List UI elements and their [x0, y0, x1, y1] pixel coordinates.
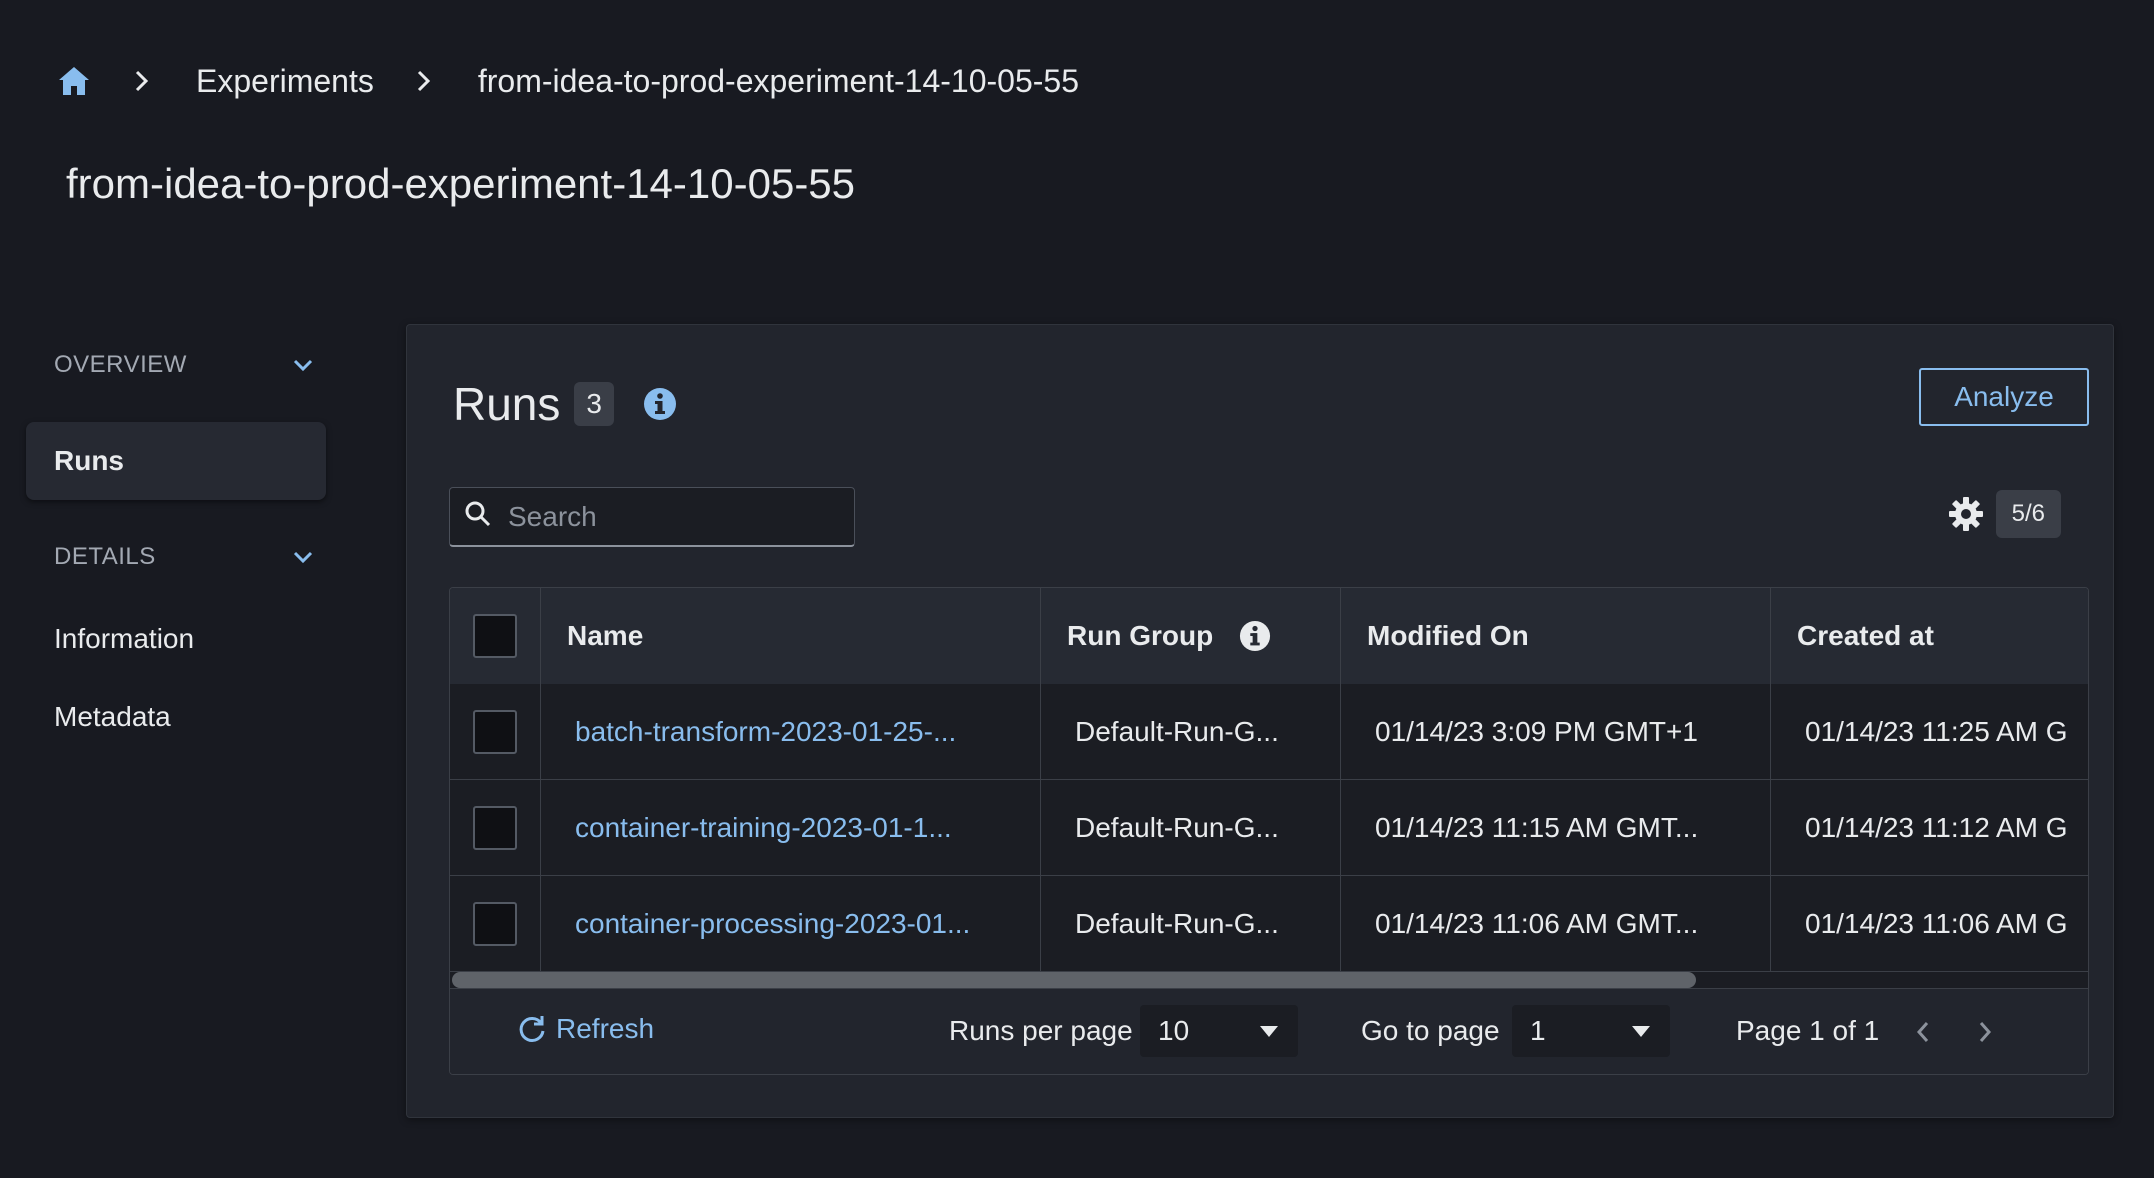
- run-name-cell: container-processing-2023-01...: [540, 876, 1040, 972]
- table-preferences: 5/6: [1946, 490, 2061, 538]
- nav-section-details[interactable]: DETAILS: [26, 532, 326, 582]
- runs-per-page-select[interactable]: 10: [1140, 1005, 1298, 1057]
- search-input[interactable]: [506, 499, 871, 534]
- sidebar-item-label: Metadata: [54, 701, 171, 732]
- info-icon[interactable]: [642, 386, 678, 422]
- gear-icon[interactable]: [1946, 494, 1986, 534]
- breadcrumb-current: from-idea-to-prod-experiment-14-10-05-55: [477, 62, 1079, 99]
- visible-columns-badge: 5/6: [1995, 490, 2061, 538]
- runs-table: Name Run Group Modified On Created at ba…: [449, 587, 2089, 1075]
- table-footer: Refresh Runs per page 10 Go to page 1 Pa…: [450, 988, 2088, 1074]
- home-icon[interactable]: [56, 63, 92, 99]
- modified-on-cell: 01/14/23 3:09 PM GMT+1: [1340, 684, 1770, 780]
- run-name-link[interactable]: container-processing-2023-01...: [575, 908, 970, 940]
- page-status: Page 1 of 1: [1736, 1015, 1880, 1046]
- run-group-cell: Default-Run-G...: [1040, 684, 1340, 780]
- header-run-group-label: Run Group: [1067, 620, 1214, 651]
- created-at-cell: 01/14/23 11:12 AM G: [1770, 780, 2088, 876]
- run-name-link[interactable]: batch-transform-2023-01-25-...: [575, 716, 956, 748]
- row-checkbox[interactable]: [473, 805, 517, 850]
- go-to-page-value: 1: [1530, 1015, 1546, 1046]
- created-at-cell: 01/14/23 11:25 AM G: [1770, 684, 2088, 780]
- table-header-row: Name Run Group Modified On Created at: [450, 588, 2088, 684]
- row-select-cell: [450, 876, 540, 972]
- search-icon: [464, 500, 492, 533]
- analyze-button[interactable]: Analyze: [1919, 368, 2089, 426]
- refresh-button[interactable]: Refresh: [516, 1013, 654, 1045]
- select-all-checkbox[interactable]: [473, 614, 517, 658]
- sidebar-item-metadata[interactable]: Metadata: [26, 678, 326, 756]
- next-page-icon[interactable]: [1970, 1017, 2000, 1047]
- chevron-right-icon: [408, 65, 440, 97]
- modified-on-cell: 01/14/23 11:06 AM GMT...: [1340, 876, 1770, 972]
- runs-count-badge: 3: [574, 382, 614, 426]
- chevron-right-icon: [126, 65, 158, 97]
- nav-section-details-label: DETAILS: [54, 543, 156, 570]
- header-select-cell: [450, 588, 540, 684]
- previous-page-icon[interactable]: [1908, 1017, 1938, 1047]
- refresh-icon: [516, 1013, 548, 1045]
- sidebar-item-information[interactable]: Information: [26, 600, 326, 678]
- table-row: container-processing-2023-01... Default-…: [450, 876, 2088, 972]
- created-at-cell: 01/14/23 11:06 AM G: [1770, 876, 2088, 972]
- runs-panel: Runs 3 Analyze Search 5/6 Name Run Group…: [406, 324, 2114, 1118]
- page-title: from-idea-to-prod-experiment-14-10-05-55: [66, 160, 856, 207]
- row-select-cell: [450, 684, 540, 780]
- go-to-page-label: Go to page: [1361, 1015, 1500, 1046]
- run-group-cell: Default-Run-G...: [1040, 876, 1340, 972]
- chevron-down-icon: [292, 543, 314, 571]
- modified-on-cell: 01/14/23 11:15 AM GMT...: [1340, 780, 1770, 876]
- run-name-cell: container-training-2023-01-1...: [540, 780, 1040, 876]
- header-name[interactable]: Name: [540, 588, 1040, 684]
- run-name-cell: batch-transform-2023-01-25-...: [540, 684, 1040, 780]
- side-navigation: OVERVIEW Runs DETAILS Information Metada…: [26, 340, 326, 756]
- runs-per-page-label: Runs per page: [949, 1015, 1133, 1046]
- nav-section-overview-label: OVERVIEW: [54, 351, 187, 378]
- nav-section-overview[interactable]: OVERVIEW: [26, 340, 326, 390]
- go-to-page-select[interactable]: 1: [1512, 1005, 1670, 1057]
- run-name-link[interactable]: container-training-2023-01-1...: [575, 812, 952, 844]
- runs-per-page-value: 10: [1158, 1015, 1190, 1046]
- runs-title: Runs: [453, 378, 561, 430]
- chevron-down-icon: [292, 351, 314, 379]
- runs-header: Runs 3: [453, 369, 678, 439]
- run-group-cell: Default-Run-G...: [1040, 780, 1340, 876]
- table-row: container-training-2023-01-1... Default-…: [450, 780, 2088, 876]
- caret-down-icon: [1632, 1025, 1650, 1037]
- sidebar-item-label: Runs: [54, 445, 124, 476]
- sidebar-item-label: Information: [54, 623, 195, 654]
- row-select-cell: [450, 780, 540, 876]
- row-checkbox[interactable]: [473, 709, 517, 754]
- info-icon[interactable]: [1239, 620, 1271, 652]
- header-modified-on[interactable]: Modified On: [1340, 588, 1770, 684]
- breadcrumb: Experiments from-idea-to-prod-experiment…: [56, 58, 1079, 104]
- breadcrumb-experiments[interactable]: Experiments: [196, 63, 374, 100]
- refresh-label: Refresh: [556, 1013, 655, 1044]
- search-field[interactable]: [449, 487, 871, 547]
- caret-down-icon: [1260, 1025, 1278, 1037]
- horizontal-scrollbar[interactable]: [452, 972, 1696, 988]
- header-created-at[interactable]: Created at: [1770, 588, 2088, 684]
- header-run-group[interactable]: Run Group: [1040, 588, 1340, 684]
- table-row: batch-transform-2023-01-25-... Default-R…: [450, 684, 2088, 780]
- sidebar-item-runs[interactable]: Runs: [26, 422, 326, 500]
- row-checkbox[interactable]: [473, 901, 517, 946]
